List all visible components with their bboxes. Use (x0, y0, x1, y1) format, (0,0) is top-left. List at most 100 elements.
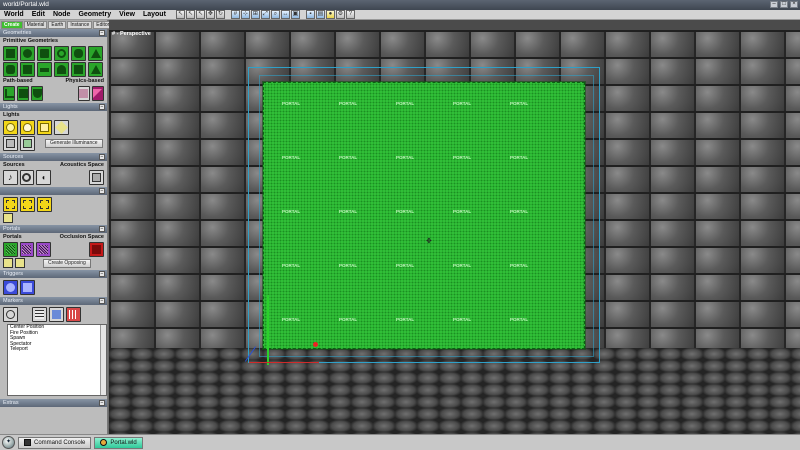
maximize-icon[interactable]: □ (780, 1, 788, 8)
collapse-icon[interactable]: − (99, 298, 105, 304)
extras-header[interactable]: Extras − (0, 399, 107, 407)
markers-header[interactable]: Markers − (0, 297, 107, 305)
field-spacer-button[interactable] (3, 197, 18, 212)
physics-body-button[interactable] (91, 86, 104, 101)
lights-header[interactable]: Lights − (0, 103, 107, 111)
zoom-icon[interactable]: ⌕ (270, 10, 280, 19)
tab-create[interactable]: Create (1, 21, 23, 29)
path-curve-button[interactable] (3, 86, 16, 101)
portal-object[interactable]: PORTAL PORTAL PORTAL PORTAL PORTAL PORTA… (262, 81, 586, 350)
path-lathe-button[interactable] (31, 86, 44, 101)
collapse-icon[interactable]: − (99, 226, 105, 232)
dome-geometry-button[interactable] (54, 62, 69, 77)
prism-geometry-button[interactable] (71, 62, 86, 77)
tab-material[interactable]: Material (23, 21, 48, 29)
capsule-geometry-button[interactable] (71, 46, 86, 61)
portal-button[interactable] (3, 242, 18, 257)
omni-light-button[interactable] (3, 120, 18, 135)
plane-geometry-button[interactable] (37, 62, 52, 77)
path-ribbon-button[interactable] (17, 86, 30, 101)
occluder-box-button[interactable] (36, 242, 51, 257)
triggers-header[interactable]: Triggers − (0, 270, 107, 278)
torus-geometry-button[interactable] (54, 46, 69, 61)
scale-icon[interactable]: ⤢ (260, 10, 270, 19)
marker-list-button[interactable] (32, 307, 47, 322)
occluder-button[interactable] (19, 242, 35, 257)
measure-icon[interactable]: ↔ (280, 10, 290, 19)
menu-node[interactable]: Node (53, 11, 73, 18)
portal-world-button[interactable] (15, 258, 25, 268)
collapse-icon[interactable]: − (99, 30, 105, 36)
sources-header[interactable]: Sources − (0, 153, 107, 161)
x-axis-gizmo[interactable] (249, 362, 319, 363)
collapse-icon[interactable]: − (99, 104, 105, 110)
move-icon[interactable]: ✥ (205, 10, 215, 19)
menu-world[interactable]: World (4, 11, 26, 18)
select-minus-icon[interactable]: ↖ (195, 10, 205, 19)
sound-reverb-button[interactable] (19, 170, 35, 185)
marker-grid-button[interactable] (66, 307, 81, 322)
sound-source-button[interactable]: ♪ (3, 170, 18, 185)
light-bulb-icon[interactable]: ● (325, 10, 335, 19)
pivot-point-icon[interactable] (313, 342, 318, 347)
grid-icon[interactable]: # (230, 10, 240, 19)
projector-light-button[interactable] (54, 120, 69, 135)
frame-icon[interactable]: ▣ (290, 10, 300, 19)
field-shadow-button[interactable] (37, 197, 52, 212)
y-axis-gizmo[interactable] (267, 295, 269, 365)
acoustic-space-button[interactable] (89, 170, 105, 185)
menu-geometry[interactable]: Geometry (78, 11, 113, 18)
light-voxel-button[interactable] (20, 136, 35, 151)
marker-cube-button[interactable] (49, 307, 64, 322)
portal-link-button[interactable] (3, 258, 13, 268)
viewport-3d[interactable]: PORTAL PORTAL PORTAL PORTAL PORTAL PORTA… (109, 30, 800, 434)
marker-crosshair-button[interactable] (3, 307, 18, 322)
select-arrow-icon[interactable]: ↖ (175, 10, 185, 19)
select-plus-icon[interactable]: ↖ (185, 10, 195, 19)
field-animation-button[interactable] (20, 197, 35, 212)
minimize-icon[interactable]: – (770, 1, 778, 8)
light-probe-button[interactable] (3, 136, 18, 151)
field-extra-button[interactable] (3, 213, 13, 223)
portals-header[interactable]: Portals − (0, 225, 107, 233)
collapse-icon[interactable]: − (99, 154, 105, 160)
menu-layout[interactable]: Layout (143, 11, 168, 18)
align-icon[interactable]: ⊞ (250, 10, 260, 19)
physics-cloth-button[interactable] (77, 86, 90, 101)
snap-icon[interactable]: ⊹ (240, 10, 250, 19)
geometries-header[interactable]: Geometries − (0, 29, 107, 37)
start-orb-icon[interactable]: ✦ (2, 436, 15, 449)
help-icon[interactable]: ? (345, 10, 355, 19)
pyramid-geometry-button[interactable] (88, 62, 103, 77)
task-command-console[interactable]: Command Console (18, 436, 92, 449)
collapse-icon[interactable]: − (99, 188, 105, 194)
sphere-geometry-button[interactable] (20, 46, 35, 61)
cylinder2-geometry-button[interactable] (20, 62, 35, 77)
close-icon[interactable]: × (790, 1, 798, 8)
rotate-icon[interactable]: ↻ (215, 10, 225, 19)
tab-earth[interactable]: Earth (48, 21, 67, 29)
camera-icon[interactable]: ▪ (305, 10, 315, 19)
collapse-icon[interactable]: − (99, 400, 105, 406)
menu-view[interactable]: View (119, 11, 137, 18)
world-light-button[interactable] (37, 120, 52, 135)
generate-illuminance-button[interactable]: Generate Illuminance (45, 139, 103, 148)
fields-header[interactable]: − (0, 187, 107, 195)
list-scrollbar[interactable] (100, 325, 106, 395)
settings-icon[interactable]: ⚙ (335, 10, 345, 19)
layers-icon[interactable]: ▤ (315, 10, 325, 19)
create-opposing-button[interactable]: Create Opposing (43, 258, 91, 268)
menu-edit[interactable]: Edit (32, 11, 47, 18)
cylinder-geometry-button[interactable] (37, 46, 52, 61)
tube-geometry-button[interactable] (3, 62, 18, 77)
cone-geometry-button[interactable] (88, 46, 103, 61)
box-geometry-button[interactable] (3, 46, 18, 61)
trigger-sphere-button[interactable] (3, 280, 18, 295)
sound-speaker-button[interactable]: ◖ (36, 170, 51, 185)
list-item[interactable]: Teleport (8, 346, 106, 353)
trigger-box-button[interactable] (20, 280, 35, 295)
markers-list[interactable]: Center Position Fire Position Spawn Spec… (7, 324, 107, 396)
collapse-icon[interactable]: − (99, 271, 105, 277)
occlusion-space-button[interactable] (89, 242, 105, 257)
bulb-light-button[interactable] (20, 120, 35, 135)
